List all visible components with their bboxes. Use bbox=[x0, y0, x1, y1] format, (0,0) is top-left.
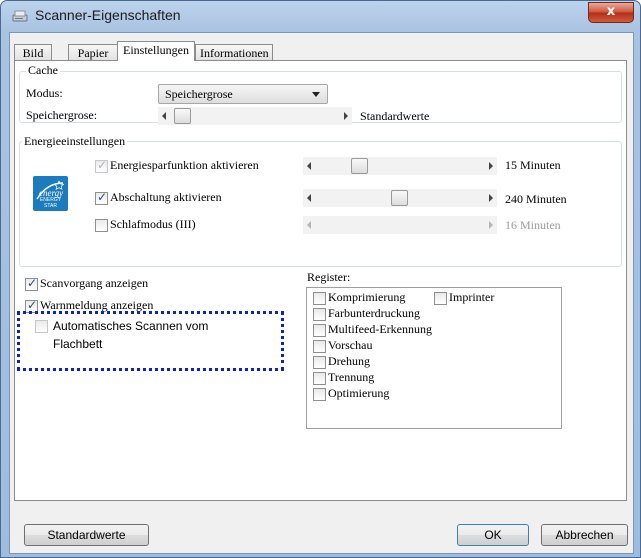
slider-left-arrow-icon[interactable] bbox=[307, 221, 311, 229]
energy-star-icon: energy ENERGY STAR bbox=[33, 176, 68, 211]
register-label: Register: bbox=[307, 270, 351, 284]
register-item-imprinter: Imprinter bbox=[449, 290, 495, 304]
close-button[interactable]: x bbox=[588, 2, 634, 23]
register-checkbox-drehung[interactable] bbox=[313, 356, 326, 369]
dialog-client-area: Bild Papier Einstellungen Informationen … bbox=[9, 32, 634, 554]
slider-left-arrow-icon[interactable] bbox=[307, 194, 311, 202]
sleep-mode-label: Schlafmodus (III) bbox=[110, 217, 196, 231]
shutdown-value: 240 Minuten bbox=[505, 192, 567, 206]
register-item-drehung: Drehung bbox=[328, 354, 370, 368]
scanner-properties-window: Scanner-Eigenschaften x Bild Papier Eins… bbox=[0, 0, 641, 558]
slider-right-arrow-icon[interactable] bbox=[489, 194, 493, 202]
energy-saving-value: 15 Minuten bbox=[505, 158, 561, 172]
tab-einstellungen[interactable]: Einstellungen bbox=[117, 41, 195, 61]
slider-right-arrow-icon[interactable] bbox=[489, 221, 493, 229]
tab-papier[interactable]: Papier bbox=[68, 44, 118, 60]
sleep-mode-checkbox[interactable] bbox=[95, 219, 108, 232]
register-checkbox-vorschau[interactable] bbox=[313, 340, 326, 353]
register-checkbox-farbunterdruckung[interactable] bbox=[313, 308, 326, 321]
cancel-button[interactable]: Abbrechen bbox=[541, 524, 628, 546]
shutdown-slider[interactable] bbox=[303, 189, 497, 207]
mode-dropdown[interactable]: Speichergrose bbox=[158, 84, 328, 104]
register-item-komprimierung: Komprimierung bbox=[328, 290, 406, 304]
auto-scan-flatbed-label-line2: Flachbett bbox=[53, 337, 103, 351]
mode-dropdown-value: Speichergrose bbox=[165, 87, 233, 101]
slider-thumb[interactable] bbox=[391, 190, 408, 206]
cache-size-value: Standardwerte bbox=[360, 109, 430, 123]
slider-left-arrow-icon[interactable] bbox=[307, 162, 311, 170]
auto-scan-flatbed-checkbox[interactable] bbox=[35, 320, 48, 333]
shutdown-checkbox[interactable] bbox=[95, 190, 108, 205]
cache-group-label: Cache bbox=[26, 63, 60, 78]
title-bar[interactable]: Scanner-Eigenschaften x bbox=[1, 1, 640, 31]
register-item-multifeed: Multifeed-Erkennung bbox=[328, 322, 432, 336]
scanner-icon bbox=[12, 10, 28, 22]
cache-size-slider[interactable] bbox=[158, 107, 352, 125]
slider-right-arrow-icon[interactable] bbox=[344, 112, 348, 120]
ok-button[interactable]: OK bbox=[457, 524, 529, 546]
mode-label: Modus: bbox=[26, 86, 63, 100]
slider-left-arrow-icon[interactable] bbox=[162, 112, 166, 120]
register-item-trennung: Trennung bbox=[328, 370, 375, 384]
show-scan-progress-checkbox[interactable] bbox=[25, 276, 38, 291]
shutdown-label: Abschaltung aktivieren bbox=[110, 190, 222, 204]
settings-tab-panel: Cache Modus: Speichergrose Speichergrose… bbox=[14, 60, 627, 501]
register-item-optimierung: Optimierung bbox=[328, 386, 390, 400]
slider-thumb[interactable] bbox=[351, 158, 368, 174]
register-checkbox-imprinter[interactable] bbox=[434, 292, 447, 305]
register-item-farbunterdruckung: Farbunterdruckung bbox=[328, 306, 420, 320]
register-checkbox-trennung[interactable] bbox=[313, 372, 326, 385]
tab-informationen[interactable]: Informationen bbox=[195, 44, 273, 60]
slider-thumb[interactable] bbox=[174, 108, 191, 124]
cache-size-label: Speichergrose: bbox=[26, 108, 98, 122]
show-scan-progress-label: Scanvorgang anzeigen bbox=[40, 276, 149, 290]
energy-saving-slider[interactable] bbox=[303, 157, 497, 175]
tab-bild[interactable]: Bild bbox=[14, 44, 52, 60]
register-listbox[interactable]: Komprimierung Imprinter Farbunterdruckun… bbox=[306, 287, 562, 429]
register-checkbox-optimierung[interactable] bbox=[313, 388, 326, 401]
sleep-mode-slider[interactable] bbox=[303, 216, 497, 234]
register-checkbox-komprimierung[interactable] bbox=[313, 292, 326, 305]
window-title: Scanner-Eigenschaften bbox=[35, 7, 181, 23]
energy-saving-checkbox[interactable] bbox=[95, 158, 108, 173]
register-checkbox-multifeed[interactable] bbox=[313, 324, 326, 337]
auto-scan-flatbed-label-line1: Automatisches Scannen vom bbox=[53, 319, 209, 333]
defaults-button[interactable]: Standardwerte bbox=[24, 524, 149, 546]
register-item-vorschau: Vorschau bbox=[328, 338, 373, 352]
chevron-down-icon bbox=[312, 92, 320, 97]
sleep-mode-value: 16 Minuten bbox=[505, 218, 561, 232]
slider-right-arrow-icon[interactable] bbox=[489, 162, 493, 170]
energy-group-label: Energieeinstellungen bbox=[22, 134, 128, 149]
energy-saving-label: Energiesparfunktion aktivieren bbox=[110, 158, 259, 172]
